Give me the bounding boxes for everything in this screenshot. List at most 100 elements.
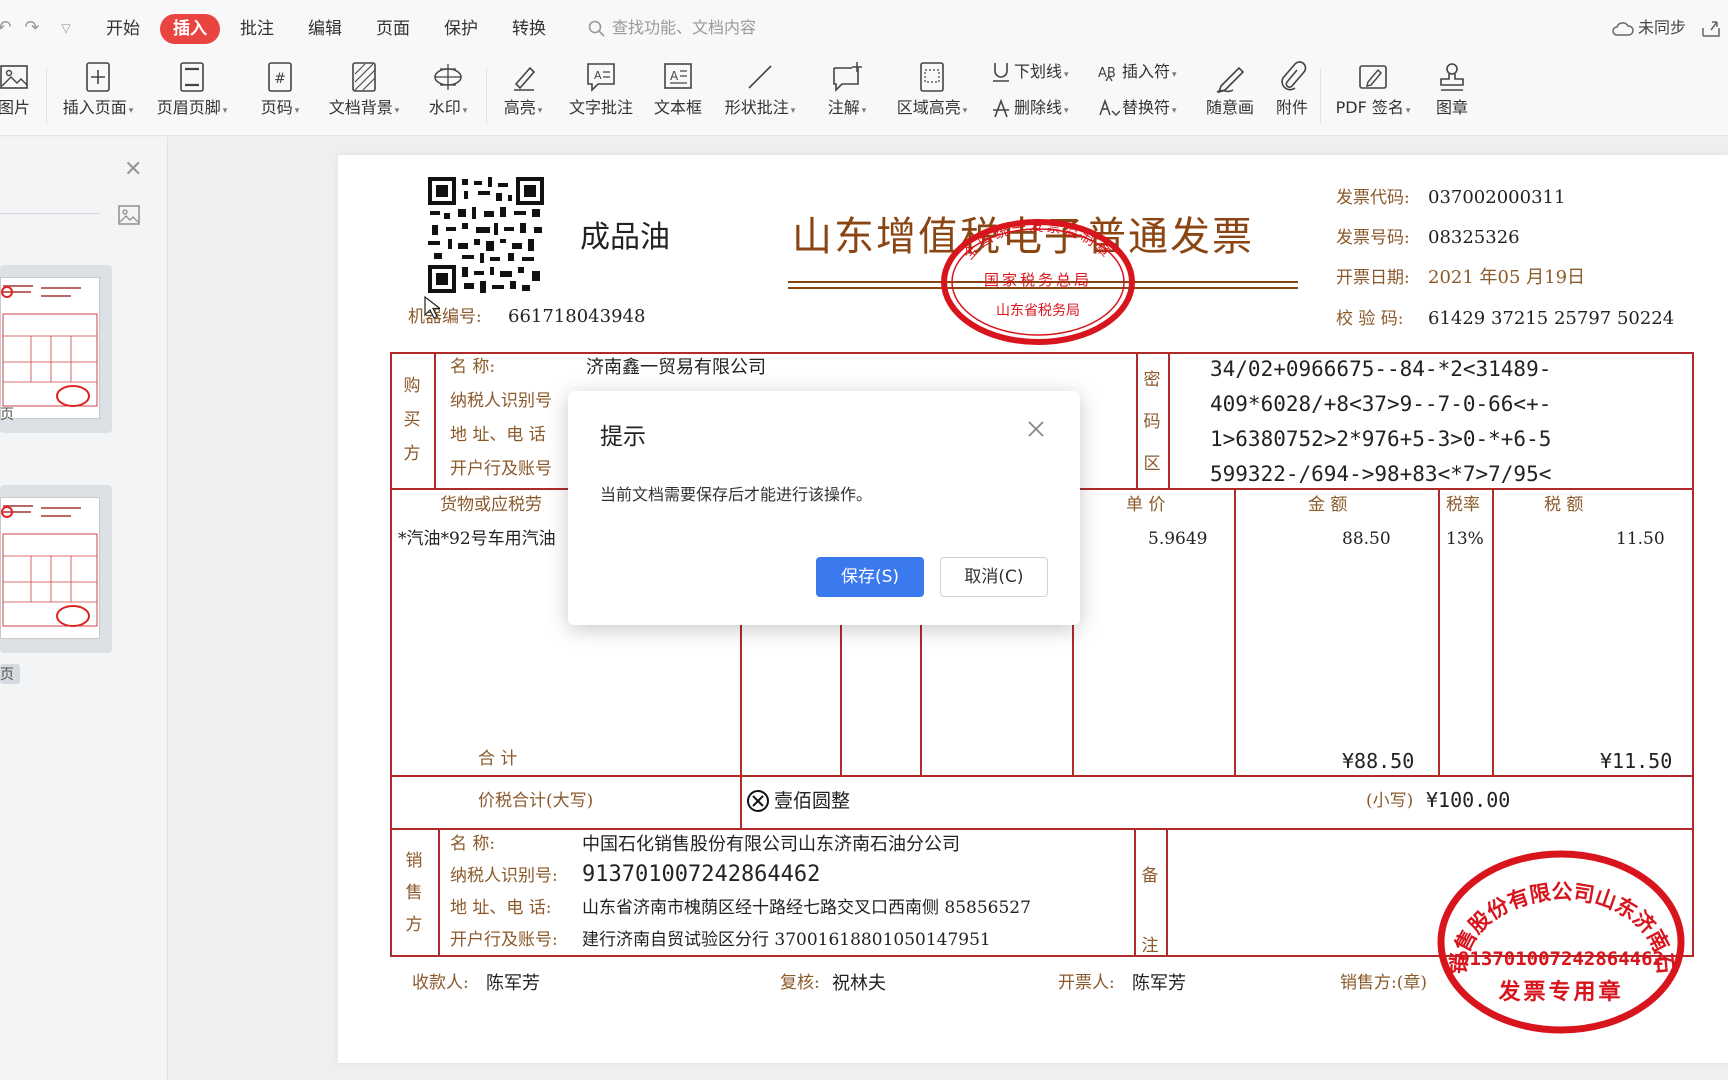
total-amount: ¥88.50	[1342, 749, 1415, 773]
cipher-line-3: 1>6380752>2*976+5-3>0-*+6-5	[1210, 427, 1552, 451]
table-line	[434, 352, 436, 490]
tab-page[interactable]: 页面	[370, 14, 416, 44]
seller-name: 中国石化销售股份有限公司山东济南石油分公司	[582, 834, 960, 855]
quick-access-dropdown-icon[interactable]: ▽	[56, 18, 76, 38]
sync-label: 未同步	[1638, 18, 1687, 37]
doc-background-button[interactable]: 文档背景 ▾	[320, 54, 408, 136]
attachment-button[interactable]: 附件	[1266, 54, 1318, 136]
seller-bank: 建行济南自贸试验区分行 37001618801050147951	[582, 930, 991, 950]
svg-text:#: #	[274, 71, 286, 87]
ribbon-divider	[486, 68, 487, 124]
page-thumbnail-2[interactable]	[0, 485, 112, 653]
cancel-button[interactable]: 取消(C)	[940, 557, 1048, 597]
dropdown-arrow-icon: ▾	[222, 106, 228, 116]
table-line	[1492, 488, 1494, 777]
buyer-side-label: 购买方	[403, 376, 421, 464]
area-highlight-label: 区域高亮	[896, 98, 961, 117]
buyer-address-label: 地 址、电 话	[450, 425, 546, 445]
menu-bar: ↶ ↷ ▽ 开始 插入 批注 编辑 页面 保护 转换 查找功能、文档内容 未同步	[0, 0, 1728, 54]
dropdown-arrow-icon: ▾	[790, 106, 796, 116]
page-number-icon: #	[268, 62, 292, 92]
insert-page-icon	[86, 62, 110, 92]
shape-comment-label: 形状批注	[724, 98, 789, 117]
cipher-line-1: 34/02+0966675--84-*2<31489-	[1210, 357, 1552, 381]
buyer-name: 济南鑫一贸易有限公司	[586, 357, 766, 378]
tax-seal-bottom-text: 山东省税务局	[996, 303, 1080, 319]
replace-symbol-icon	[1099, 98, 1120, 117]
payee-label: 收款人:	[412, 973, 469, 993]
stamp-button[interactable]: 图章	[1424, 54, 1480, 136]
pdf-sign-button[interactable]: PDF 签名 ▾	[1330, 54, 1416, 136]
insert-page-button[interactable]: 插入页面 ▾	[56, 54, 140, 136]
total-label: 合 计	[478, 749, 518, 769]
annotation-button[interactable]: 注解 ▾	[814, 54, 880, 136]
page-number-label: 页码	[260, 98, 293, 117]
save-button[interactable]: 保存(S)	[816, 557, 924, 597]
dropdown-arrow-icon: ▾	[1172, 70, 1177, 80]
header-footer-icon	[180, 62, 204, 92]
freehand-button[interactable]: 随意画	[1200, 54, 1260, 136]
buyer-tax-id-label: 纳税人识别号	[450, 391, 552, 411]
insert-page-label: 插入页面	[62, 98, 127, 117]
circled-x-icon	[747, 790, 769, 812]
tab-comment[interactable]: 批注	[234, 14, 280, 44]
tax-bureau-seal: 全国统一发票监制章 国家税务总局 山东省税务局	[941, 219, 1135, 345]
item-unit-price: 5.9649	[1148, 529, 1208, 549]
tab-protect[interactable]: 保护	[438, 14, 484, 44]
attachment-label: 附件	[1275, 98, 1308, 117]
invoice-code-label: 发票代码:	[1336, 188, 1410, 208]
dropdown-arrow-icon: ▾	[537, 106, 543, 116]
highlight-label: 高亮	[503, 98, 536, 117]
textbox-icon: A	[664, 63, 692, 89]
grand-total-upper: 壹佰圆整	[774, 790, 851, 812]
page-number-button[interactable]: # 页码 ▾	[252, 54, 308, 136]
header-footer-button[interactable]: 页眉页脚 ▾	[150, 54, 234, 136]
tab-start[interactable]: 开始	[100, 14, 146, 44]
textbox-button[interactable]: A 文本框	[646, 54, 710, 136]
search-placeholder: 查找功能、文档内容	[612, 18, 757, 37]
tab-insert[interactable]: 插入	[160, 14, 220, 44]
dropdown-arrow-icon: ▾	[1064, 106, 1069, 116]
page-thumbnail-1[interactable]	[0, 265, 112, 433]
highlight-button[interactable]: 高亮 ▾	[494, 54, 552, 136]
seller-seal-label: 销售方:(章)	[1340, 973, 1427, 993]
seller-address: 山东省济南市槐荫区经十路经七路交叉口西南侧 85856527	[582, 898, 1031, 918]
annotation-label: 注解	[827, 98, 860, 117]
strikethrough-icon	[993, 98, 1009, 118]
tab-edit[interactable]: 编辑	[302, 14, 348, 44]
seller-tax-id-label: 纳税人识别号:	[450, 866, 558, 886]
watermark-button[interactable]: 水印 ▾	[420, 54, 476, 136]
close-icon[interactable]: ✕	[124, 157, 142, 182]
tab-convert[interactable]: 转换	[506, 14, 552, 44]
search-icon	[588, 20, 605, 37]
col-tax-rate-header: 税率	[1446, 495, 1480, 515]
shape-comment-button[interactable]: 形状批注 ▾	[718, 54, 802, 136]
stamp-label: 图章	[1435, 98, 1468, 117]
item-tax-rate: 13%	[1446, 529, 1484, 549]
doc-background-label: 文档背景	[328, 98, 393, 117]
redo-icon[interactable]: ↷	[22, 18, 42, 38]
close-icon[interactable]	[1026, 419, 1046, 439]
picture-button[interactable]: 图片	[0, 54, 40, 136]
replace-symbol-label: 替换符	[1122, 98, 1171, 117]
grand-total-label: 价税合计(大写)	[478, 791, 594, 811]
thumbnail-page	[0, 497, 100, 639]
area-highlight-button[interactable]: 区域高亮 ▾	[890, 54, 974, 136]
dropdown-arrow-icon: ▾	[128, 106, 134, 116]
issue-date-label: 开票日期:	[1336, 268, 1410, 288]
share-icon[interactable]	[1700, 18, 1722, 38]
cipher-line-2: 409*6028/+8<37>9--7-0-66<+-	[1210, 392, 1552, 416]
undo-icon[interactable]: ↶	[0, 18, 14, 38]
seller-address-label: 地 址、电 话:	[450, 898, 552, 918]
col-tax-header: 税 额	[1544, 495, 1584, 515]
dropdown-arrow-icon: ▾	[861, 106, 867, 116]
panel-divider	[0, 213, 100, 214]
ribbon-toolbar: 图片 插入页面 ▾ 页眉页脚 ▾ # 页码 ▾ 文档背景 ▾ 水印 ▾ 高亮 ▾ A 文字批…	[0, 54, 1728, 136]
table-line	[1168, 352, 1170, 490]
table-line	[390, 775, 1694, 777]
text-comment-button[interactable]: A 文字批注	[564, 54, 638, 136]
strikethrough-label: 删除线	[1014, 98, 1063, 117]
insert-symbol-icon: AB	[1098, 66, 1116, 82]
image-icon[interactable]	[118, 205, 140, 225]
check-code: 61429 37215 25797 50224	[1428, 308, 1675, 329]
